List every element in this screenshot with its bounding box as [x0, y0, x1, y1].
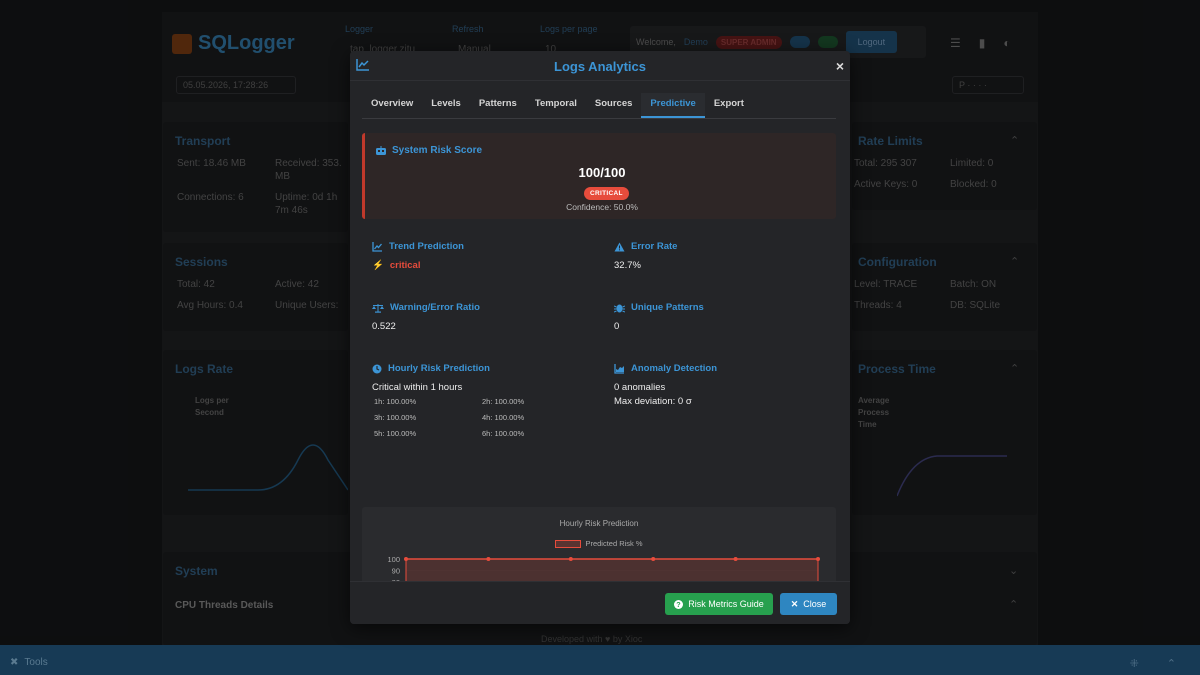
- hourly-risk-title: Hourly Risk Prediction: [388, 363, 490, 374]
- taskbar-icons: ⁜ ⌃: [1130, 657, 1176, 670]
- hourly-risk-item: 3h: 100.00%: [374, 413, 417, 422]
- hourly-risk-chart: Hourly Risk Prediction Predicted Risk % …: [362, 507, 836, 581]
- close-icon[interactable]: ×: [836, 58, 844, 74]
- svg-text:?: ?: [677, 600, 681, 609]
- error-rate-heading: Error Rate: [614, 241, 677, 252]
- risk-metrics-guide-label: Risk Metrics Guide: [688, 599, 764, 609]
- warning-triangle-icon: [614, 242, 625, 251]
- hourly-risk-item: 6h: 100.00%: [482, 429, 525, 438]
- balance-scale-icon: [372, 303, 384, 313]
- hourly-risk-item: 4h: 100.00%: [482, 413, 525, 422]
- risk-confidence: Confidence: 50.0%: [566, 202, 638, 212]
- anomaly-detection-metric: Anomaly Detection 0 anomalies Max deviat…: [604, 353, 836, 448]
- critical-badge: CRITICAL: [584, 187, 629, 200]
- risk-score-value: 100/100: [578, 165, 626, 180]
- anomaly-detection-heading: Anomaly Detection: [614, 363, 717, 374]
- analytics-tabs: Overview Levels Patterns Temporal Source…: [362, 93, 836, 119]
- hourly-risk-heading: Hourly Risk Prediction: [372, 363, 490, 374]
- data-point[interactable]: [816, 557, 820, 561]
- hourly-risk-item: 2h: 100.00%: [482, 397, 525, 406]
- chart-line-icon: [372, 241, 382, 252]
- anomaly-detection-title: Anomaly Detection: [631, 363, 718, 374]
- robot-icon: [376, 145, 386, 155]
- risk-score-heading: System Risk Score: [375, 145, 482, 156]
- data-point[interactable]: [733, 557, 738, 561]
- tools-button[interactable]: ✖ Tools: [10, 657, 48, 668]
- grid-icon[interactable]: ⁜: [1130, 657, 1139, 670]
- close-label: Close: [803, 599, 827, 609]
- data-point[interactable]: [651, 557, 656, 561]
- warning-error-ratio-heading: Warning/Error Ratio: [372, 302, 480, 313]
- tab-sources[interactable]: Sources: [586, 93, 642, 118]
- close-button[interactable]: ✕ Close: [780, 593, 837, 615]
- modal-footer: ? Risk Metrics Guide ✕ Close: [350, 581, 850, 624]
- data-point[interactable]: [404, 557, 408, 561]
- unique-patterns-value: 0: [614, 321, 620, 332]
- warning-error-ratio-title: Warning/Error Ratio: [390, 302, 480, 313]
- error-rate-title: Error Rate: [631, 241, 678, 252]
- trend-prediction-heading: Trend Prediction: [372, 241, 464, 252]
- bolt-icon: ⚡: [372, 260, 384, 271]
- y-tick-label: 90: [392, 567, 400, 576]
- error-rate-value: 32.7%: [614, 260, 641, 271]
- tools-label: Tools: [24, 657, 48, 668]
- data-point[interactable]: [486, 557, 491, 561]
- unique-patterns-heading: Unique Patterns: [614, 302, 704, 313]
- question-circle-icon: ?: [674, 599, 684, 609]
- clock-icon: [372, 364, 382, 373]
- tab-export[interactable]: Export: [705, 93, 753, 118]
- hourly-risk-value: Critical within 1 hours: [372, 382, 463, 393]
- modal-header: Logs Analytics ×: [350, 51, 850, 81]
- hourly-risk-metric: Hourly Risk Prediction Critical within 1…: [362, 353, 594, 448]
- chart-area-icon: [614, 363, 624, 374]
- tab-temporal[interactable]: Temporal: [526, 93, 586, 118]
- unique-patterns-title: Unique Patterns: [631, 302, 704, 313]
- tab-overview[interactable]: Overview: [362, 93, 422, 118]
- error-rate-metric: Error Rate 32.7%: [604, 231, 836, 285]
- warning-error-ratio-metric: Warning/Error Ratio 0.522: [362, 292, 594, 346]
- predictive-panel: System Risk Score 100/100 CRITICAL Confi…: [362, 131, 838, 581]
- risk-chart-svg: 100908070605040Risk %: [387, 555, 820, 581]
- hourly-risk-item: 1h: 100.00%: [374, 397, 417, 406]
- chevron-up-icon[interactable]: ⌃: [1167, 657, 1176, 670]
- unique-patterns-metric: Unique Patterns 0: [604, 292, 836, 346]
- trend-prediction-metric: Trend Prediction ⚡ critical: [362, 231, 594, 285]
- modal-title: Logs Analytics: [554, 59, 646, 74]
- risk-metrics-guide-button[interactable]: ? Risk Metrics Guide: [665, 593, 773, 615]
- taskbar: [0, 645, 1200, 675]
- close-icon: ✕: [790, 598, 799, 609]
- y-tick-label: 100: [387, 555, 400, 564]
- bug-icon: [614, 304, 625, 312]
- trend-prediction-value: ⚡ critical: [372, 260, 420, 271]
- warning-error-ratio-value: 0.522: [372, 321, 396, 332]
- logs-analytics-modal: Logs Analytics × Overview Levels Pattern…: [350, 51, 850, 624]
- tab-levels[interactable]: Levels: [422, 93, 470, 118]
- hourly-risk-item: 5h: 100.00%: [374, 429, 417, 438]
- data-point[interactable]: [568, 557, 573, 561]
- risk-score-title: System Risk Score: [392, 145, 483, 156]
- series-area: [406, 559, 818, 581]
- tools-icon: ✖: [10, 657, 19, 668]
- anomaly-count-value: 0 anomalies: [614, 382, 666, 393]
- risk-score-card: System Risk Score 100/100 CRITICAL Confi…: [362, 133, 836, 219]
- tab-predictive[interactable]: Predictive: [641, 93, 705, 118]
- trend-prediction-title: Trend Prediction: [389, 241, 464, 252]
- max-deviation-value: Max deviation: 0 σ: [614, 396, 692, 407]
- trend-value-text: critical: [389, 260, 421, 271]
- tab-patterns[interactable]: Patterns: [470, 93, 526, 118]
